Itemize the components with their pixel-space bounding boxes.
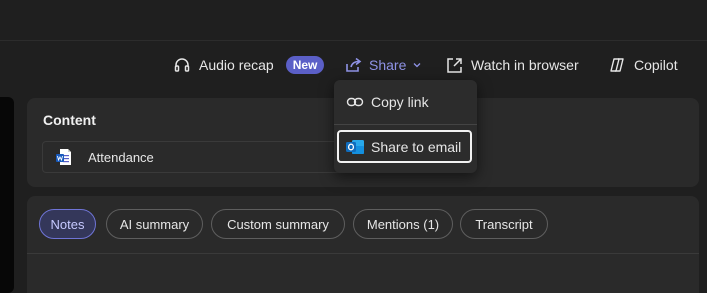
link-icon (346, 93, 364, 111)
file-name: Attendance (88, 149, 154, 165)
tabs-divider (27, 253, 699, 254)
copilot-icon (608, 56, 626, 74)
tab-notes[interactable]: Notes (39, 209, 96, 239)
word-document-icon (54, 147, 74, 167)
audio-recap-label: Audio recap (199, 57, 274, 73)
top-bar (0, 0, 707, 41)
share-to-email-label: Share to email (371, 138, 462, 155)
share-icon (345, 56, 363, 74)
tab-ai-summary[interactable]: AI summary (106, 209, 203, 239)
tab-custom-summary[interactable]: Custom summary (211, 209, 345, 239)
video-panel (0, 97, 14, 293)
outlook-icon (345, 138, 365, 156)
copy-link-menu-item[interactable]: Copy link (334, 89, 477, 115)
watch-in-browser-label: Watch in browser (471, 57, 579, 73)
share-button[interactable]: Share (345, 53, 422, 77)
tab-transcript[interactable]: Transcript (460, 209, 548, 239)
copy-link-label: Copy link (371, 94, 429, 110)
menu-divider (334, 124, 477, 125)
copilot-button[interactable]: Copilot (608, 53, 678, 77)
open-external-icon (446, 57, 463, 74)
copilot-label: Copilot (634, 57, 678, 73)
content-title: Content (43, 112, 96, 128)
audio-recap-button[interactable]: Audio recap New (173, 53, 325, 77)
tab-mentions[interactable]: Mentions (1) (353, 209, 453, 239)
file-attendance[interactable]: Attendance (42, 141, 358, 173)
headphones-icon (173, 56, 191, 74)
watch-in-browser-button[interactable]: Watch in browser (446, 53, 579, 77)
new-badge: New (285, 56, 325, 74)
tabs-panel: Notes AI summary Custom summary Mentions… (27, 196, 699, 293)
chevron-down-icon (412, 60, 422, 70)
share-to-email-menu-item[interactable]: Share to email (337, 130, 472, 163)
share-dropdown-menu: Copy link Share to email (334, 80, 477, 173)
share-label: Share (369, 57, 407, 73)
